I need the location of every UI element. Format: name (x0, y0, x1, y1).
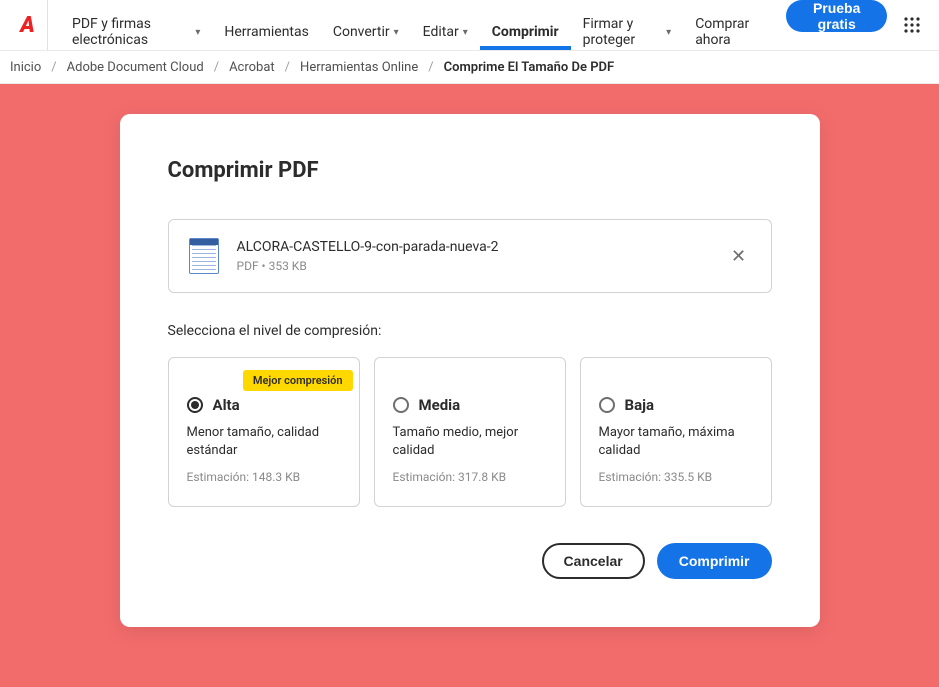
nav-pdf-signatures[interactable]: PDF y firmas electrónicas ▾ (60, 0, 212, 50)
option-estimate: Estimación: 317.8 KB (393, 470, 547, 484)
nav-convert[interactable]: Convertir ▾ (321, 0, 411, 50)
chevron-down-icon: ▾ (394, 27, 399, 38)
crumb-current: Comprime El Tamaño De PDF (440, 60, 619, 75)
crumb-online-tools[interactable]: Herramientas Online (296, 60, 422, 75)
option-title: Alta (213, 396, 240, 414)
file-meta: PDF • 353 KB (237, 259, 709, 273)
compression-options: Mejor compresión Alta Menor tamaño, cali… (168, 357, 772, 507)
crumb-separator: / (208, 60, 225, 75)
nav-edit[interactable]: Editar ▾ (411, 0, 480, 50)
logo-glyph: A (20, 13, 35, 38)
nav-label: Convertir (333, 24, 390, 40)
app-switcher-icon[interactable] (899, 0, 925, 50)
breadcrumb: Inicio / Adobe Document Cloud / Acrobat … (0, 50, 939, 84)
best-compression-badge: Mejor compresión (243, 370, 353, 391)
file-thumbnail-icon (189, 238, 219, 274)
nav-label: Editar (423, 24, 459, 40)
crumb-separator: / (422, 60, 439, 75)
brand-logo[interactable]: A (8, 0, 48, 50)
nav-label: PDF y firmas electrónicas (72, 16, 191, 48)
file-info: ALCORA-CASTELLO-9-con-parada-nueva-2 PDF… (237, 239, 709, 273)
nav-sign-protect[interactable]: Firmar y proteger ▾ (571, 0, 684, 50)
cancel-button[interactable]: Cancelar (542, 543, 645, 579)
option-medium[interactable]: Media Tamaño medio, mejor calidad Estima… (374, 357, 566, 507)
radio-high[interactable] (187, 397, 203, 413)
primary-nav: PDF y firmas electrónicas ▾ Herramientas… (48, 0, 931, 50)
crumb-separator: / (45, 60, 62, 75)
chevron-down-icon: ▾ (463, 27, 468, 38)
card-actions: Cancelar Comprimir (168, 543, 772, 579)
nav-tools[interactable]: Herramientas (212, 0, 321, 50)
option-estimate: Estimación: 335.5 KB (599, 470, 753, 484)
nav-compress[interactable]: Comprimir (480, 0, 571, 50)
free-trial-button[interactable]: Prueba gratis (786, 0, 887, 32)
compress-button[interactable]: Comprimir (657, 543, 772, 579)
option-low[interactable]: Baja Mayor tamaño, máxima calidad Estima… (580, 357, 772, 507)
chevron-down-icon: ▾ (195, 27, 200, 38)
option-description: Mayor tamaño, máxima calidad (599, 424, 753, 460)
crumb-acrobat[interactable]: Acrobat (225, 60, 279, 75)
top-navigation: A PDF y firmas electrónicas ▾ Herramient… (0, 0, 939, 50)
crumb-adc[interactable]: Adobe Document Cloud (63, 60, 208, 75)
nav-label: Firmar y proteger (583, 16, 663, 48)
option-estimate: Estimación: 148.3 KB (187, 470, 341, 484)
close-icon: ✕ (731, 246, 746, 267)
chevron-down-icon: ▾ (666, 27, 671, 38)
option-title: Baja (625, 396, 655, 414)
radio-low[interactable] (599, 397, 615, 413)
nav-label: Comprimir (492, 24, 559, 40)
file-name: ALCORA-CASTELLO-9-con-parada-nueva-2 (237, 239, 709, 255)
compression-level-label: Selecciona el nivel de compresión: (168, 323, 772, 339)
crumb-home[interactable]: Inicio (6, 60, 45, 75)
radio-medium[interactable] (393, 397, 409, 413)
nav-buy-now[interactable]: Comprar ahora (683, 0, 778, 50)
option-description: Menor tamaño, calidad estándar (187, 424, 341, 460)
option-high[interactable]: Mejor compresión Alta Menor tamaño, cali… (168, 357, 360, 507)
file-row: ALCORA-CASTELLO-9-con-parada-nueva-2 PDF… (168, 219, 772, 293)
page-title: Comprimir PDF (168, 158, 772, 183)
nav-label: Herramientas (224, 24, 309, 40)
crumb-separator: / (279, 60, 296, 75)
remove-file-button[interactable]: ✕ (727, 244, 751, 268)
nav-label: Comprar ahora (695, 16, 766, 48)
compress-card: Comprimir PDF ALCORA-CASTELLO-9-con-para… (120, 114, 820, 627)
option-title: Media (419, 396, 461, 414)
page-background: Comprimir PDF ALCORA-CASTELLO-9-con-para… (0, 84, 939, 687)
option-description: Tamaño medio, mejor calidad (393, 424, 547, 460)
